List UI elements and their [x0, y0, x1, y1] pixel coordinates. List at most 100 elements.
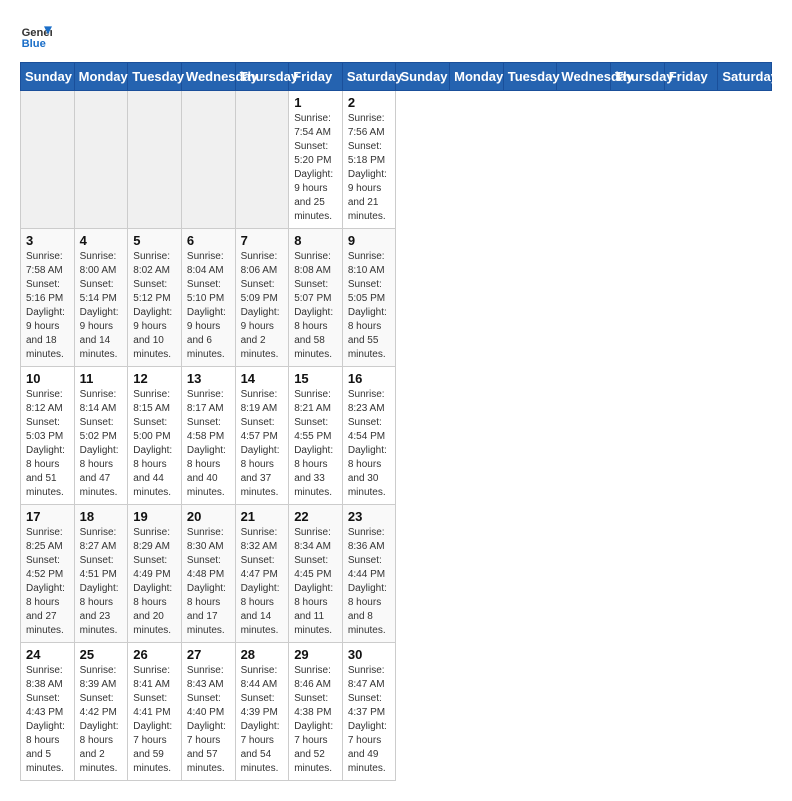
day-info: Sunrise: 7:54 AM Sunset: 5:20 PM Dayligh…	[294, 112, 337, 224]
day-info: Sunrise: 8:19 AM Sunset: 4:57 PM Dayligh…	[241, 388, 284, 500]
calendar-week-1: 3 Sunrise: 7:58 AM Sunset: 5:16 PM Daylig…	[21, 229, 772, 367]
calendar-cell: 18Sunrise: 8:27 AM Sunset: 4:51 PM Dayli…	[74, 505, 128, 643]
calendar-week-3: 17 Sunrise: 8:25 AM Sunset: 4:52 PM Dayli…	[21, 505, 772, 643]
logo-icon: General Blue	[20, 20, 52, 52]
calendar-cell: 9 Sunrise: 8:10 AM Sunset: 5:05 PM Daylig…	[342, 229, 396, 367]
day-info: Sunrise: 8:02 AM Sunset: 5:12 PM Dayligh…	[133, 250, 176, 362]
header-thursday: Thursday	[611, 63, 665, 91]
day-info: Sunrise: 8:34 AM Sunset: 4:45 PM Dayligh…	[294, 526, 337, 638]
calendar-cell: 27 Sunrise: 8:43 AM Sunset: 4:40 PM Dayli…	[181, 643, 235, 781]
calendar-cell	[21, 91, 75, 229]
day-number: 20	[187, 509, 230, 524]
header-wednesday: Wednesday	[181, 63, 235, 91]
day-info: Sunrise: 8:12 AM Sunset: 5:03 PM Dayligh…	[26, 388, 69, 500]
logo: General Blue	[20, 20, 52, 52]
day-number: 21	[241, 509, 284, 524]
calendar-cell: 30Sunrise: 8:47 AM Sunset: 4:37 PM Dayli…	[342, 643, 396, 781]
header-sunday: Sunday	[396, 63, 450, 91]
day-info: Sunrise: 8:21 AM Sunset: 4:55 PM Dayligh…	[294, 388, 337, 500]
header-monday: Monday	[74, 63, 128, 91]
header-tuesday: Tuesday	[128, 63, 182, 91]
calendar-cell: 16Sunrise: 8:23 AM Sunset: 4:54 PM Dayli…	[342, 367, 396, 505]
day-info: Sunrise: 8:06 AM Sunset: 5:09 PM Dayligh…	[241, 250, 284, 362]
header-thursday: Thursday	[235, 63, 289, 91]
header-saturday: Saturday	[718, 63, 772, 91]
calendar-cell: 5 Sunrise: 8:02 AM Sunset: 5:12 PM Daylig…	[128, 229, 182, 367]
calendar-cell: 24Sunrise: 8:38 AM Sunset: 4:43 PM Dayli…	[21, 643, 75, 781]
day-number: 4	[80, 233, 123, 248]
calendar-cell: 2 Sunrise: 7:56 AM Sunset: 5:18 PM Daylig…	[342, 91, 396, 229]
day-number: 27	[187, 647, 230, 662]
day-number: 3	[26, 233, 69, 248]
day-info: Sunrise: 8:41 AM Sunset: 4:41 PM Dayligh…	[133, 664, 176, 776]
day-number: 11	[80, 371, 123, 386]
calendar-cell: 10Sunrise: 8:12 AM Sunset: 5:03 PM Dayli…	[21, 367, 75, 505]
day-number: 8	[294, 233, 337, 248]
day-info: Sunrise: 8:39 AM Sunset: 4:42 PM Dayligh…	[80, 664, 123, 776]
day-number: 14	[241, 371, 284, 386]
calendar-cell: 14 Sunrise: 8:19 AM Sunset: 4:57 PM Dayli…	[235, 367, 289, 505]
day-info: Sunrise: 8:44 AM Sunset: 4:39 PM Dayligh…	[241, 664, 284, 776]
calendar-cell: 13Sunrise: 8:17 AM Sunset: 4:58 PM Dayli…	[181, 367, 235, 505]
calendar-cell: 29 Sunrise: 8:46 AM Sunset: 4:38 PM Dayli…	[289, 643, 343, 781]
calendar-cell: 1 Sunrise: 7:54 AM Sunset: 5:20 PM Daylig…	[289, 91, 343, 229]
day-info: Sunrise: 8:47 AM Sunset: 4:37 PM Dayligh…	[348, 664, 391, 776]
calendar-cell	[181, 91, 235, 229]
day-info: Sunrise: 8:25 AM Sunset: 4:52 PM Dayligh…	[26, 526, 69, 638]
calendar-cell	[235, 91, 289, 229]
calendar-week-4: 24Sunrise: 8:38 AM Sunset: 4:43 PM Dayli…	[21, 643, 772, 781]
day-info: Sunrise: 8:46 AM Sunset: 4:38 PM Dayligh…	[294, 664, 337, 776]
day-info: Sunrise: 8:00 AM Sunset: 5:14 PM Dayligh…	[80, 250, 123, 362]
calendar-cell: 15Sunrise: 8:21 AM Sunset: 4:55 PM Dayli…	[289, 367, 343, 505]
day-info: Sunrise: 8:08 AM Sunset: 5:07 PM Dayligh…	[294, 250, 337, 362]
header-tuesday: Tuesday	[503, 63, 557, 91]
day-info: Sunrise: 8:27 AM Sunset: 4:51 PM Dayligh…	[80, 526, 123, 638]
svg-text:Blue: Blue	[22, 38, 46, 50]
header-sunday: Sunday	[21, 63, 75, 91]
day-info: Sunrise: 7:56 AM Sunset: 5:18 PM Dayligh…	[348, 112, 391, 224]
calendar-cell: 4 Sunrise: 8:00 AM Sunset: 5:14 PM Daylig…	[74, 229, 128, 367]
calendar-cell: 22Sunrise: 8:34 AM Sunset: 4:45 PM Dayli…	[289, 505, 343, 643]
day-number: 26	[133, 647, 176, 662]
day-info: Sunrise: 8:36 AM Sunset: 4:44 PM Dayligh…	[348, 526, 391, 638]
day-info: Sunrise: 8:32 AM Sunset: 4:47 PM Dayligh…	[241, 526, 284, 638]
calendar-cell: 17 Sunrise: 8:25 AM Sunset: 4:52 PM Dayli…	[21, 505, 75, 643]
day-number: 7	[241, 233, 284, 248]
day-info: Sunrise: 8:10 AM Sunset: 5:05 PM Dayligh…	[348, 250, 391, 362]
calendar-week-0: 1 Sunrise: 7:54 AM Sunset: 5:20 PM Daylig…	[21, 91, 772, 229]
day-number: 12	[133, 371, 176, 386]
day-number: 2	[348, 95, 391, 110]
calendar-cell: 19Sunrise: 8:29 AM Sunset: 4:49 PM Dayli…	[128, 505, 182, 643]
calendar-cell	[74, 91, 128, 229]
day-info: Sunrise: 8:43 AM Sunset: 4:40 PM Dayligh…	[187, 664, 230, 776]
day-info: Sunrise: 8:30 AM Sunset: 4:48 PM Dayligh…	[187, 526, 230, 638]
day-number: 1	[294, 95, 337, 110]
day-number: 9	[348, 233, 391, 248]
header-saturday: Saturday	[342, 63, 396, 91]
day-number: 28	[241, 647, 284, 662]
day-number: 29	[294, 647, 337, 662]
header-friday: Friday	[664, 63, 718, 91]
day-number: 24	[26, 647, 69, 662]
calendar-cell: 26 Sunrise: 8:41 AM Sunset: 4:41 PM Dayli…	[128, 643, 182, 781]
header-monday: Monday	[450, 63, 504, 91]
day-number: 6	[187, 233, 230, 248]
day-number: 16	[348, 371, 391, 386]
day-info: Sunrise: 8:15 AM Sunset: 5:00 PM Dayligh…	[133, 388, 176, 500]
calendar-cell: 11 Sunrise: 8:14 AM Sunset: 5:02 PM Dayli…	[74, 367, 128, 505]
day-number: 5	[133, 233, 176, 248]
calendar-cell: 21 Sunrise: 8:32 AM Sunset: 4:47 PM Dayli…	[235, 505, 289, 643]
day-number: 17	[26, 509, 69, 524]
calendar-cell	[128, 91, 182, 229]
day-info: Sunrise: 7:58 AM Sunset: 5:16 PM Dayligh…	[26, 250, 69, 362]
calendar-week-2: 10Sunrise: 8:12 AM Sunset: 5:03 PM Dayli…	[21, 367, 772, 505]
calendar-cell: 23Sunrise: 8:36 AM Sunset: 4:44 PM Dayli…	[342, 505, 396, 643]
day-info: Sunrise: 8:14 AM Sunset: 5:02 PM Dayligh…	[80, 388, 123, 500]
calendar-cell: 8 Sunrise: 8:08 AM Sunset: 5:07 PM Daylig…	[289, 229, 343, 367]
header-friday: Friday	[289, 63, 343, 91]
page-header: General Blue	[20, 20, 772, 52]
calendar-cell: 6Sunrise: 8:04 AM Sunset: 5:10 PM Daylig…	[181, 229, 235, 367]
calendar-cell: 25Sunrise: 8:39 AM Sunset: 4:42 PM Dayli…	[74, 643, 128, 781]
calendar-cell: 7 Sunrise: 8:06 AM Sunset: 5:09 PM Daylig…	[235, 229, 289, 367]
calendar-cell: 28 Sunrise: 8:44 AM Sunset: 4:39 PM Dayli…	[235, 643, 289, 781]
